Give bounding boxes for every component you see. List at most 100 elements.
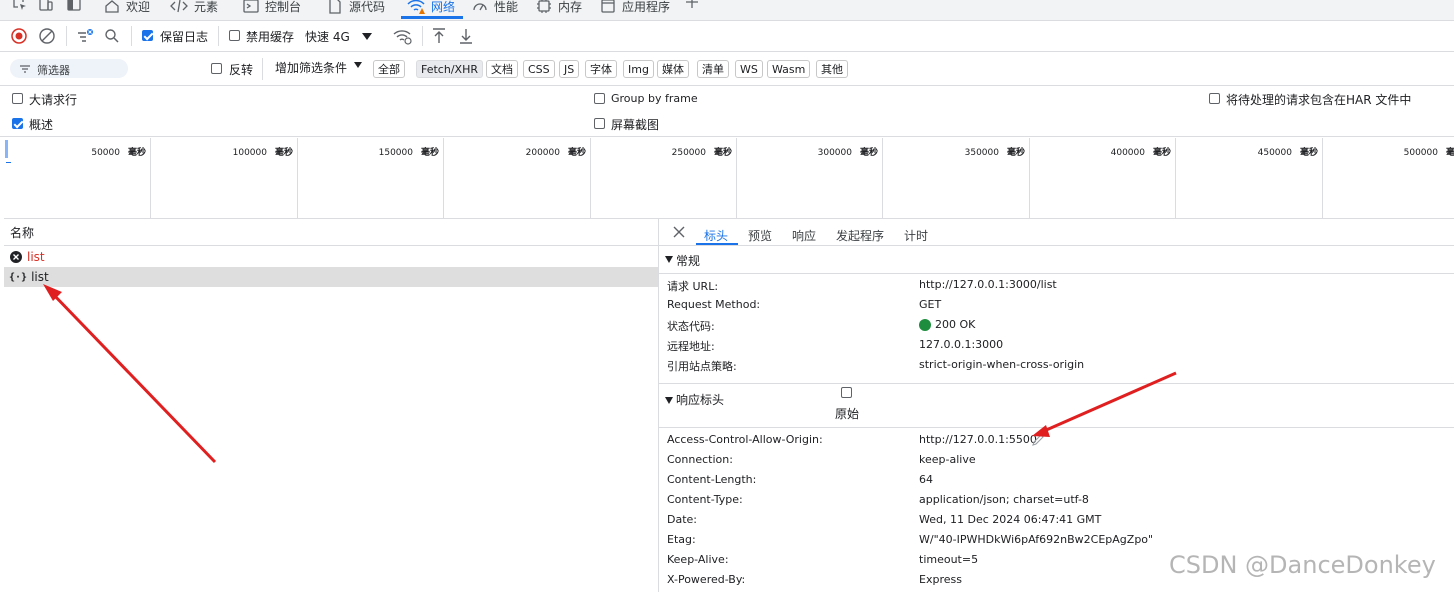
screenshots-label: 屏幕截图: [611, 118, 660, 132]
header-key: 远程地址:: [667, 340, 715, 353]
import-har-icon[interactable]: [431, 27, 447, 45]
tab-performance[interactable]: 性能: [472, 0, 518, 18]
search-icon[interactable]: [104, 28, 120, 44]
tab-preview[interactable]: 预览: [748, 227, 772, 244]
filter-settings-icon[interactable]: [76, 27, 94, 45]
type-other-button[interactable]: 其他: [816, 60, 848, 78]
sources-icon: [327, 0, 343, 14]
preserve-log-checkbox[interactable]: [142, 30, 153, 41]
raw-headers-checkbox[interactable]: [841, 387, 852, 398]
tick-unit: 毫秒: [713, 148, 732, 158]
inspect-element-icon[interactable]: [12, 0, 28, 12]
tick-unit: 毫秒: [127, 148, 146, 158]
overview-checkbox[interactable]: [12, 118, 23, 129]
header-key: 请求 URL:: [667, 280, 719, 293]
header-value: application/json; charset=utf-8: [919, 493, 1089, 506]
network-toolbar: 保留日志 禁用缓存 快速 4G: [0, 21, 1454, 52]
tab-headers[interactable]: 标头: [704, 227, 728, 244]
dock-icon[interactable]: [66, 0, 82, 12]
response-headers-section-header[interactable]: 响应标头 原始: [659, 384, 1454, 428]
type-font-button[interactable]: 字体: [585, 60, 617, 78]
request-list-header[interactable]: 名称: [4, 219, 658, 246]
type-all-button[interactable]: 全部: [373, 60, 405, 78]
header-key: Connection:: [667, 453, 733, 466]
header-key: Content-Type:: [667, 493, 743, 506]
timeline-gridline: [1322, 138, 1323, 218]
timeline-tick-label: 500000 毫秒: [1324, 145, 1454, 158]
chevron-down-icon[interactable]: [353, 61, 363, 69]
tab-memory[interactable]: 内存: [536, 0, 582, 18]
tick-value: 300000: [817, 148, 852, 158]
request-row[interactable]: list: [4, 247, 658, 267]
type-doc-button[interactable]: 文档: [486, 60, 518, 78]
request-list: 名称 list {·} list: [4, 219, 659, 592]
header-value: 127.0.0.1:3000: [919, 338, 1004, 351]
tab-welcome[interactable]: 欢迎: [104, 0, 150, 18]
tab-sources[interactable]: 源代码: [327, 0, 385, 18]
screenshots-checkbox[interactable]: [594, 118, 605, 129]
device-toolbar-icon[interactable]: [38, 0, 54, 12]
code-icon: [170, 0, 188, 14]
tab-initiator[interactable]: 发起程序: [836, 227, 884, 244]
header-value: timeout=5: [919, 553, 979, 566]
group-by-frame-label: Group by frame: [611, 92, 698, 105]
timeline-overview[interactable]: 50000 毫秒 100000 毫秒 150000 毫秒 200000 毫秒 250000 毫秒 3…: [4, 138, 1454, 219]
tab-label: 元素: [194, 0, 219, 14]
filter-input[interactable]: 筛选器: [10, 59, 128, 78]
timeline-tick-label: 300000 毫秒: [738, 145, 878, 158]
timeline-tick-label: 200000 毫秒: [446, 145, 586, 158]
tab-console[interactable]: 控制台: [243, 0, 301, 18]
section-title: 响应标头: [676, 393, 725, 407]
tab-elements[interactable]: 元素: [170, 0, 218, 18]
har-pending-checkbox[interactable]: [1209, 93, 1220, 104]
edit-pencil-icon[interactable]: [1031, 433, 1045, 447]
type-manifest-button[interactable]: 清单: [697, 60, 729, 78]
active-tab-indicator: [401, 16, 463, 19]
large-rows-checkbox[interactable]: [12, 93, 23, 104]
throttle-select[interactable]: 快速 4G: [305, 28, 350, 45]
tab-label: 源代码: [349, 0, 386, 14]
xhr-json-icon: {·}: [9, 271, 28, 283]
request-row-selected[interactable]: {·} list: [4, 267, 658, 287]
type-media-button[interactable]: 媒体: [657, 60, 689, 78]
export-har-icon[interactable]: [458, 27, 474, 45]
timeline-gridline: [443, 138, 444, 218]
type-fetch-xhr-button[interactable]: Fetch/XHR: [416, 60, 483, 78]
timeline-gridline: [882, 138, 883, 218]
toolbar-divider: [218, 26, 219, 46]
tab-response[interactable]: 响应: [792, 227, 816, 244]
type-ws-button[interactable]: WS: [735, 60, 763, 78]
type-wasm-button[interactable]: Wasm: [767, 60, 811, 78]
timeline-tick-label: 450000 毫秒: [1178, 145, 1318, 158]
general-section-header[interactable]: 常规: [659, 247, 1454, 274]
tab-label: 内存: [558, 0, 583, 14]
tab-label: 性能: [494, 0, 519, 14]
tab-timing[interactable]: 计时: [904, 227, 928, 244]
tick-unit: 毫秒: [420, 148, 439, 158]
tab-label: 欢迎: [126, 0, 151, 14]
tick-value: 200000: [525, 148, 560, 158]
disable-cache-checkbox[interactable]: [229, 30, 240, 41]
application-icon: [600, 0, 616, 14]
header-key: 引用站点策略:: [667, 360, 737, 373]
tick-unit: 毫秒: [1152, 148, 1171, 158]
tick-unit: 毫秒: [1006, 148, 1025, 158]
network-conditions-icon[interactable]: [393, 27, 413, 45]
add-tab-icon[interactable]: [684, 0, 700, 10]
clear-icon[interactable]: [39, 28, 55, 44]
filter-divider: [262, 58, 263, 80]
tick-value: 100000: [232, 148, 267, 158]
group-by-frame-checkbox[interactable]: [594, 93, 605, 104]
tab-application[interactable]: 应用程序: [600, 0, 670, 18]
chevron-down-icon[interactable]: [361, 32, 373, 42]
memory-icon: [536, 0, 552, 14]
type-js-button[interactable]: JS: [559, 60, 580, 78]
type-css-button[interactable]: CSS: [523, 60, 555, 78]
record-stop-icon[interactable]: [11, 28, 27, 44]
more-filters-dropdown[interactable]: 增加筛选条件: [275, 59, 347, 76]
type-img-button[interactable]: Img: [623, 60, 654, 78]
invert-checkbox[interactable]: [211, 63, 222, 74]
tab-label: 网络: [431, 0, 456, 14]
close-icon[interactable]: [672, 225, 686, 239]
tick-unit: 毫秒: [567, 148, 586, 158]
